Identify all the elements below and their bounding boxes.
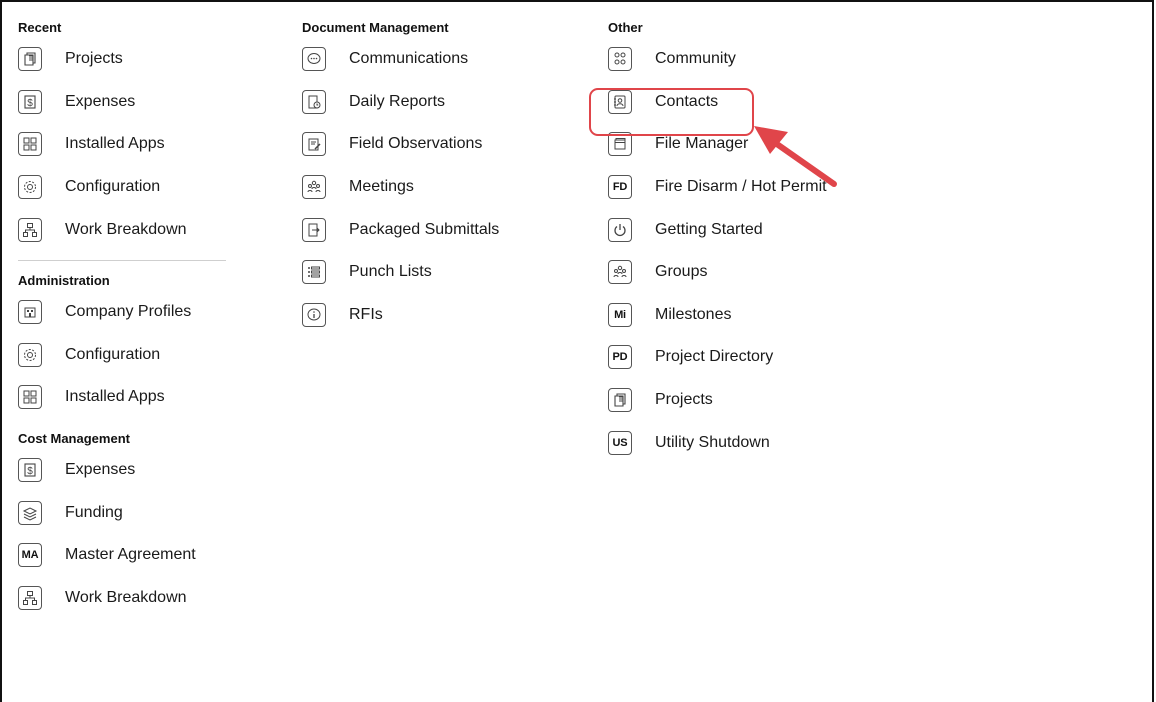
installed-apps-icon xyxy=(18,132,42,157)
projects-icon xyxy=(608,388,632,413)
people-group-icon xyxy=(608,260,632,285)
menu-item-projects[interactable]: Projects xyxy=(18,38,226,81)
gear-icon xyxy=(18,342,42,367)
gear-icon xyxy=(18,175,42,200)
fire-disarm-icon: FD xyxy=(608,175,632,200)
menu-item-rfis[interactable]: RFIs xyxy=(302,294,499,337)
submit-doc-icon xyxy=(302,217,326,242)
building-icon xyxy=(18,300,42,325)
milestones-icon: Mi xyxy=(608,302,632,327)
menu-item-punch-lists[interactable]: Punch Lists xyxy=(302,251,499,294)
clipboard-pen-icon xyxy=(302,132,326,157)
menu-item-cost-expenses[interactable]: $ Expenses xyxy=(18,449,226,492)
people-group-icon xyxy=(302,175,326,200)
installed-apps-icon xyxy=(18,385,42,410)
projects-icon xyxy=(18,47,42,72)
list-icon xyxy=(302,260,326,285)
menu-item-communications[interactable]: Communications xyxy=(302,38,499,81)
master-agreement-icon: MA xyxy=(18,543,42,568)
community-icon xyxy=(608,47,632,72)
folders-icon xyxy=(608,132,632,157)
menu-item-company-profiles[interactable]: Company Profiles xyxy=(18,291,226,334)
menu-item-community[interactable]: Community xyxy=(608,38,827,81)
menu-item-milestones[interactable]: Mi Milestones xyxy=(608,294,827,337)
menu-item-utility-shutdown[interactable]: US Utility Shutdown xyxy=(608,421,827,464)
menu-item-admin-installed-apps[interactable]: Installed Apps xyxy=(18,376,226,419)
menu-item-installed-apps[interactable]: Installed Apps xyxy=(18,123,226,166)
column-middle: Document Management Communications Daily… xyxy=(302,18,499,336)
svg-text:$: $ xyxy=(27,466,33,477)
menu-item-admin-configuration[interactable]: Configuration xyxy=(18,334,226,377)
menu-item-packaged-submittals[interactable]: Packaged Submittals xyxy=(302,208,499,251)
menu-item-cost-work-breakdown[interactable]: Work Breakdown xyxy=(18,577,226,620)
chat-bubble-icon xyxy=(302,47,326,72)
section-title-document-management: Document Management xyxy=(302,20,449,35)
menu-item-other-projects[interactable]: Projects xyxy=(608,379,827,422)
column-left: Recent Projects $ Expenses Installed App… xyxy=(18,18,226,619)
menu-item-field-observations[interactable]: Field Observations xyxy=(302,123,499,166)
menu-item-funding[interactable]: Funding xyxy=(18,491,226,534)
section-title-recent: Recent xyxy=(18,20,62,35)
menu-item-project-directory[interactable]: PD Project Directory xyxy=(608,336,827,379)
hierarchy-icon xyxy=(18,217,42,242)
menu-item-groups[interactable]: Groups xyxy=(608,251,827,294)
hierarchy-icon xyxy=(18,585,42,610)
dollar-doc-icon: $ xyxy=(18,89,42,114)
menu-item-daily-reports[interactable]: Daily Reports xyxy=(302,81,499,124)
column-right: Other Community Contacts File Manager FD… xyxy=(608,18,827,464)
menu-item-expenses[interactable]: $ Expenses xyxy=(18,81,226,124)
utility-shutdown-icon: US xyxy=(608,430,632,455)
section-divider xyxy=(18,259,226,261)
menu-item-getting-started[interactable]: Getting Started xyxy=(608,208,827,251)
report-clock-icon xyxy=(302,89,326,114)
power-icon xyxy=(608,217,632,242)
project-directory-icon: PD xyxy=(608,345,632,370)
pointer-arrow-icon xyxy=(754,126,837,187)
info-bubble-icon xyxy=(302,302,326,327)
section-title-cost-management: Cost Management xyxy=(18,430,130,446)
menu-item-configuration[interactable]: Configuration xyxy=(18,166,226,209)
section-title-administration: Administration xyxy=(18,272,110,288)
contacts-highlight-box xyxy=(589,88,754,136)
money-stack-icon xyxy=(18,500,42,525)
svg-text:$: $ xyxy=(27,98,33,109)
menu-item-master-agreement[interactable]: MA Master Agreement xyxy=(18,534,226,577)
menu-item-work-breakdown[interactable]: Work Breakdown xyxy=(18,208,226,251)
menu-item-meetings[interactable]: Meetings xyxy=(302,166,499,209)
section-title-other: Other xyxy=(608,20,643,35)
dollar-doc-icon: $ xyxy=(18,458,42,483)
